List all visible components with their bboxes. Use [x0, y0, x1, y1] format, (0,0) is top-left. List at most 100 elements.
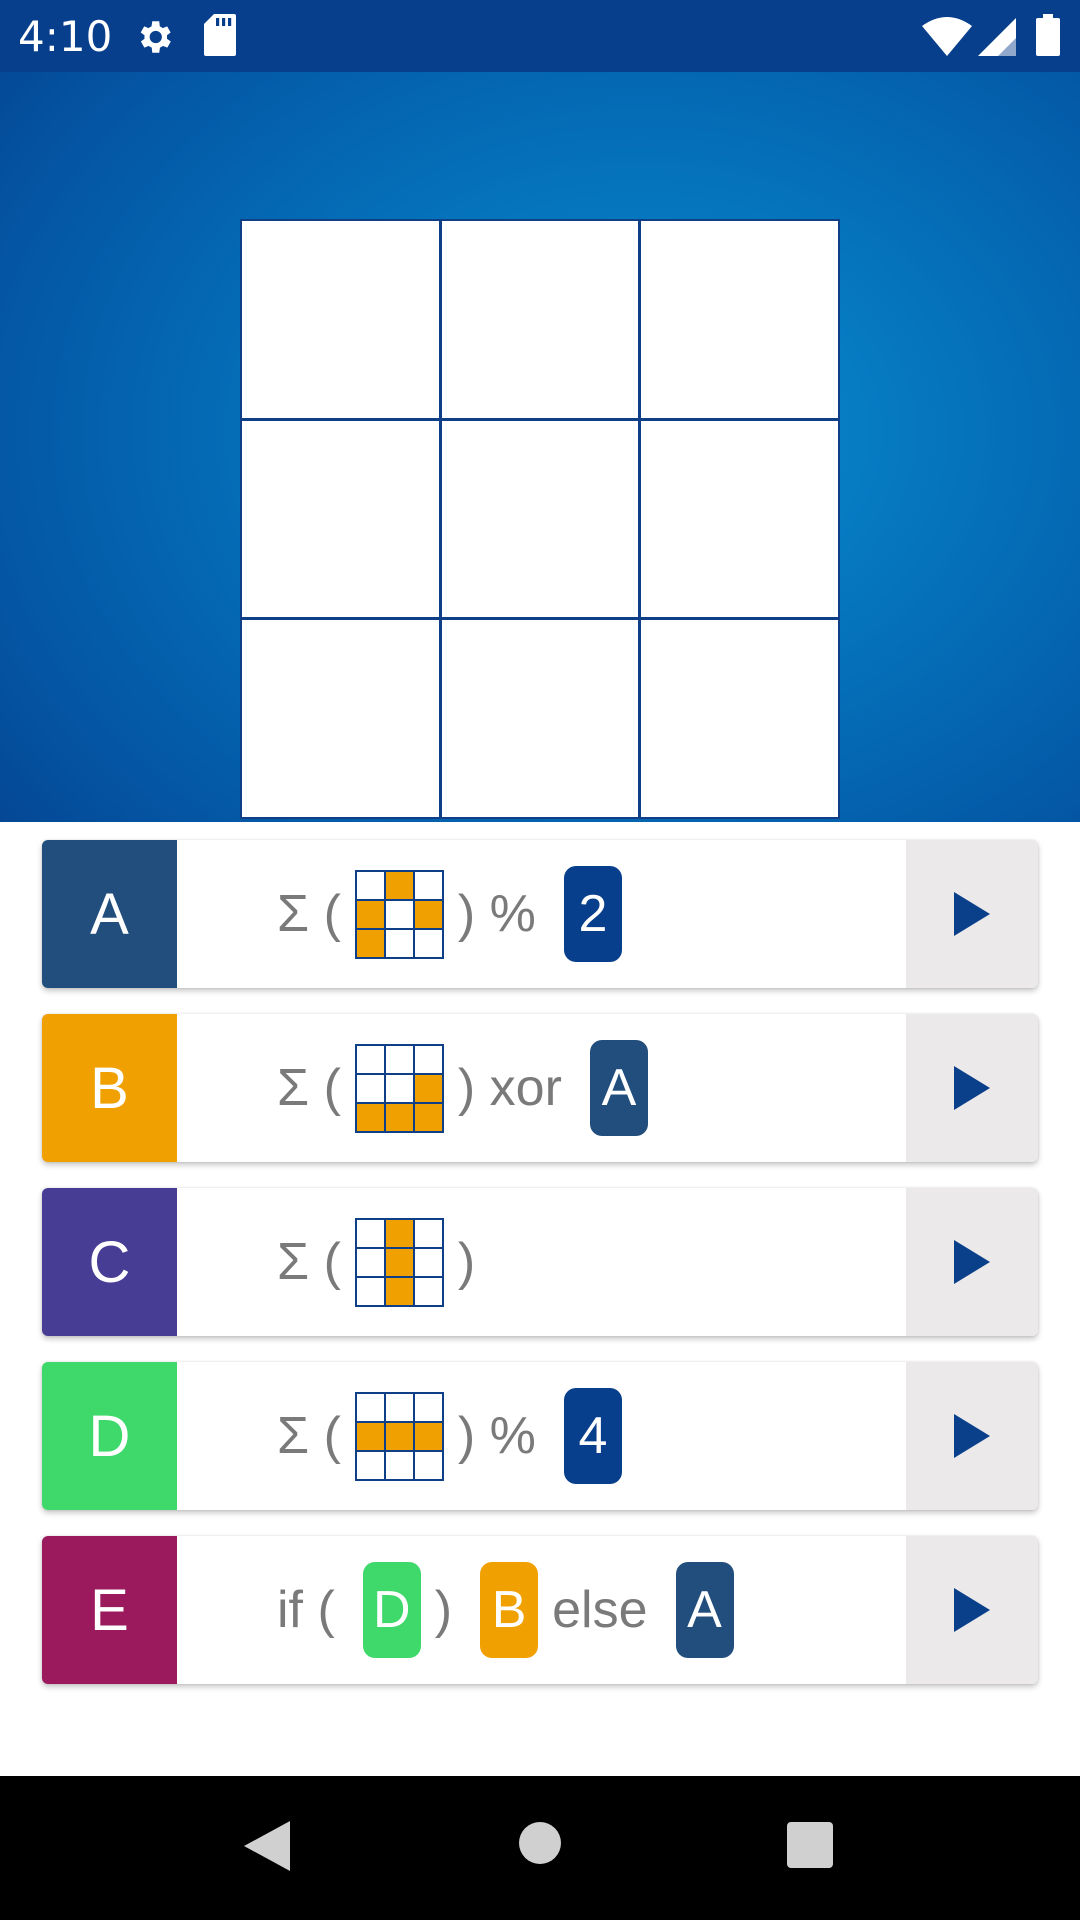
pattern-cell-on	[414, 900, 442, 928]
expression-text: Σ (	[277, 1407, 341, 1465]
board-cell[interactable]	[441, 221, 639, 418]
expression-text: ) %	[457, 885, 536, 943]
recents-icon[interactable]	[787, 1822, 833, 1868]
reference-chip: B	[480, 1562, 539, 1658]
expression-text: else	[552, 1581, 648, 1639]
board-cell[interactable]	[441, 620, 639, 817]
board-cell[interactable]	[242, 620, 439, 817]
pattern-cell-off	[385, 900, 413, 928]
home-icon[interactable]	[518, 1821, 562, 1865]
run-rule-button[interactable]	[906, 1362, 1038, 1510]
rule-card-e: Eif ( D) Belse A	[42, 1536, 1038, 1684]
expression-text: Σ (	[277, 1233, 341, 1291]
run-rule-button[interactable]	[906, 1536, 1038, 1684]
rule-expression: Σ ()	[177, 1188, 948, 1336]
reference-chip: D	[362, 1562, 421, 1658]
status-bar: 4:10	[0, 0, 1080, 72]
pattern-grid	[354, 869, 444, 959]
pattern-cell-off	[356, 1277, 384, 1305]
rule-card-b: B Σ ( ) xor A	[42, 1014, 1038, 1162]
reference-chip: 2	[563, 866, 622, 962]
pattern-cell-off	[414, 1219, 442, 1247]
expression-text: Σ (	[277, 885, 341, 943]
expression-text: Σ (	[277, 1059, 341, 1117]
back-icon[interactable]	[244, 1821, 290, 1871]
run-rule-button[interactable]	[906, 1188, 1038, 1336]
pattern-cell-off	[356, 1045, 384, 1073]
pattern-cell-on	[414, 1074, 442, 1102]
pattern-grid	[354, 1043, 444, 1133]
pattern-cell-off	[414, 1451, 442, 1479]
rule-card-c: CΣ ()	[42, 1188, 1038, 1336]
play-arrow-icon	[954, 892, 990, 936]
board-cell[interactable]	[441, 420, 639, 618]
board-cell[interactable]	[641, 221, 838, 418]
board-area	[0, 72, 1080, 822]
rule-key-label: B	[42, 1014, 177, 1162]
rule-expression: if ( D) Belse A	[177, 1536, 948, 1684]
pattern-cell-on	[356, 900, 384, 928]
pattern-cell-off	[414, 871, 442, 899]
play-arrow-icon	[954, 1588, 990, 1632]
pattern-cell-off	[356, 1451, 384, 1479]
pattern-cell-off	[385, 1451, 413, 1479]
pattern-cell-on	[385, 1219, 413, 1247]
pattern-cell-on	[385, 1277, 413, 1305]
expression-text: )	[457, 1233, 476, 1291]
expression-text: ) %	[457, 1407, 536, 1465]
pattern-cell-off	[385, 929, 413, 957]
pattern-cell-off	[356, 1393, 384, 1421]
expression-text: )	[434, 1581, 453, 1639]
pattern-cell-on	[356, 929, 384, 957]
pattern-cell-on	[385, 1103, 413, 1131]
pattern-cell-off	[414, 1393, 442, 1421]
cell-signal-icon	[978, 18, 1016, 56]
wifi-icon	[922, 17, 972, 56]
settings-gear-icon	[140, 21, 171, 53]
pattern-cell-off	[356, 1248, 384, 1276]
pattern-cell-off	[414, 1277, 442, 1305]
navigation-bar	[0, 1776, 1080, 1920]
play-arrow-icon	[954, 1414, 990, 1458]
board-cell[interactable]	[641, 620, 838, 817]
board-cell[interactable]	[242, 221, 439, 418]
play-arrow-icon	[954, 1066, 990, 1110]
pattern-grid	[354, 1391, 444, 1481]
board-cell[interactable]	[641, 420, 838, 618]
run-rule-button[interactable]	[906, 1014, 1038, 1162]
rule-key-label: A	[42, 840, 177, 988]
run-rule-button[interactable]	[906, 840, 1038, 988]
puzzle-board	[240, 219, 840, 819]
pattern-cell-off	[356, 1074, 384, 1102]
play-arrow-icon	[954, 1240, 990, 1284]
board-cell[interactable]	[242, 420, 439, 618]
pattern-grid	[354, 1217, 444, 1307]
pattern-cell-on	[385, 1422, 413, 1450]
reference-chip: A	[675, 1562, 734, 1658]
pattern-cell-on	[414, 1422, 442, 1450]
rule-expression: Σ ( ) % 4	[177, 1362, 948, 1510]
expression-text: ) xor	[457, 1059, 562, 1117]
pattern-cell-off	[414, 929, 442, 957]
pattern-cell-on	[385, 1248, 413, 1276]
pattern-cell-on	[414, 1103, 442, 1131]
pattern-cell-on	[356, 1422, 384, 1450]
sd-card-icon	[204, 14, 236, 56]
reference-chip: 4	[563, 1388, 622, 1484]
rule-key-label: E	[42, 1536, 177, 1684]
pattern-cell-off	[414, 1248, 442, 1276]
pattern-cell-on	[385, 871, 413, 899]
expression-text: if (	[277, 1581, 335, 1639]
pattern-cell-off	[356, 871, 384, 899]
pattern-cell-off	[385, 1393, 413, 1421]
pattern-cell-off	[414, 1045, 442, 1073]
pattern-cell-off	[356, 1219, 384, 1247]
rule-card-a: A Σ ( ) % 2	[42, 840, 1038, 988]
rule-card-d: D Σ ( ) % 4	[42, 1362, 1038, 1510]
rule-key-label: C	[42, 1188, 177, 1336]
battery-icon	[1036, 14, 1060, 56]
rule-expression: Σ ( ) xor A	[177, 1014, 948, 1162]
reference-chip: A	[589, 1040, 648, 1136]
rule-key-label: D	[42, 1362, 177, 1510]
pattern-cell-off	[385, 1074, 413, 1102]
